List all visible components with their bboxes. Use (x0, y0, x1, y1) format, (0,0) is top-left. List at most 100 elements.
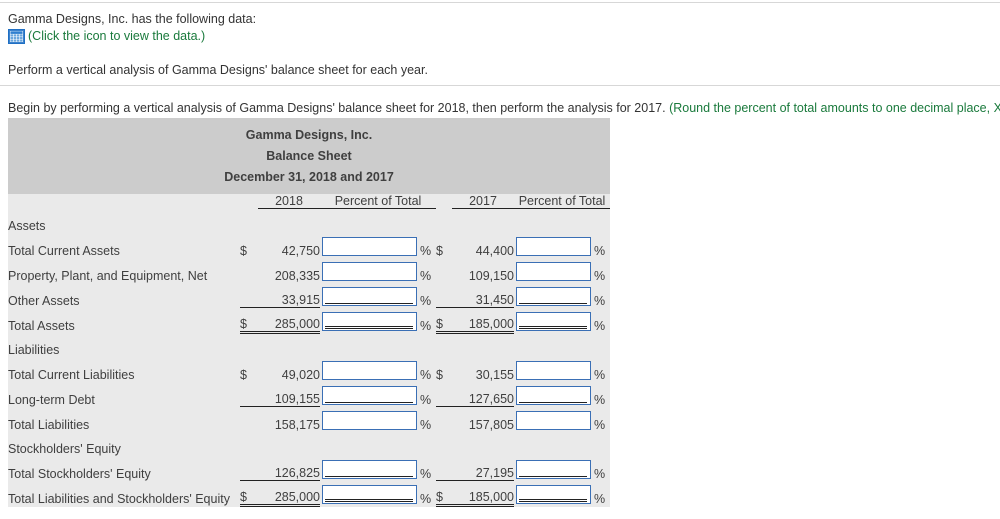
amount-2: 27,195 (452, 455, 515, 481)
percent-symbol-1: % (420, 268, 432, 283)
header-percent-2017: Percent of Total (514, 194, 611, 209)
row-label: Other Assets (8, 293, 80, 308)
currency-symbol-2 (436, 455, 453, 481)
amount-1: 42,750 (281, 243, 320, 258)
percent-of-total-input-2[interactable] (516, 410, 592, 430)
percent-input-cell-2 (514, 456, 594, 481)
percent-symbol-1: % (420, 367, 432, 382)
percent-symbol-1: % (420, 392, 432, 407)
currency-symbol-1 (240, 455, 258, 481)
currency-symbol-2 (436, 282, 453, 308)
percent-symbol-2: % (594, 466, 606, 481)
amount-1: 109,155 (258, 381, 320, 407)
section-heading: Assets (8, 218, 46, 233)
header-blank (8, 194, 240, 209)
percent-input-cell-1 (320, 407, 420, 432)
currency-symbol-2: $ (436, 480, 453, 507)
percent-of-total-input-2[interactable] (516, 360, 592, 380)
statement-title: Balance Sheet (266, 149, 352, 163)
instruction-text: Perform a vertical analysis of Gamma Des… (8, 63, 428, 77)
input-underline-1 (325, 325, 413, 329)
header-blank-dollar2 (436, 194, 452, 209)
currency-symbol-2 (436, 407, 452, 432)
currency-symbol-1 (240, 407, 258, 432)
percent-input-cell-2 (514, 283, 594, 308)
divider-top (0, 2, 1000, 3)
amount-2: 127,650 (452, 381, 515, 407)
currency-symbol-1 (240, 381, 258, 407)
view-data-link[interactable]: (Click the icon to view the data.) (28, 28, 205, 44)
percent-input-cell-1 (320, 456, 420, 481)
spreadsheet-icon[interactable] (8, 28, 25, 44)
currency-symbol-1 (240, 282, 258, 308)
percent-of-total-input-2[interactable] (516, 261, 592, 281)
row-label: Total Liabilities and Stockholders' Equi… (8, 491, 230, 506)
currency-symbol-1: $ (240, 243, 247, 258)
percent-input-cell-1 (320, 233, 420, 258)
table-row: Total Current Liabilities $49,020% $30,155… (8, 357, 610, 382)
percent-of-total-input-1[interactable] (322, 261, 417, 281)
currency-symbol-2 (436, 381, 453, 407)
percent-of-total-input-2[interactable] (516, 236, 592, 256)
section-heading-row: Assets (8, 209, 610, 233)
percent-symbol-2: % (594, 268, 606, 283)
input-underline-1 (325, 401, 413, 403)
row-label: Total Assets (8, 318, 75, 333)
statement-date: December 31, 2018 and 2017 (224, 170, 394, 184)
amount-1: 285,000 (258, 480, 320, 507)
input-underline-1 (325, 302, 413, 304)
header-year-2017: 2017 (452, 194, 515, 209)
row-label: Total Current Liabilities (8, 367, 135, 382)
header-percent-2018: Percent of Total (320, 194, 437, 209)
percent-symbol-2: % (594, 392, 606, 407)
row-label: Total Stockholders' Equity (8, 466, 151, 481)
table-row: Total Assets $285,000% $185,000% (8, 307, 610, 334)
percent-symbol-1: % (420, 243, 432, 258)
percent-symbol-2: % (594, 293, 606, 308)
percent-symbol-1: % (420, 491, 432, 506)
currency-symbol-2: $ (436, 367, 443, 382)
amount-1: 126,825 (258, 455, 320, 481)
balance-sheet-panel: Gamma Designs, Inc. Balance Sheet Decemb… (8, 118, 611, 507)
currency-symbol-1: $ (240, 307, 258, 334)
percent-input-cell-1 (320, 357, 420, 382)
currency-symbol-2: $ (436, 243, 443, 258)
percent-input-cell-2 (514, 258, 594, 283)
amount-1: 285,000 (258, 307, 320, 334)
table-row: Total Current Assets $42,750% $44,400% (8, 233, 610, 258)
row-label: Long-term Debt (8, 392, 95, 407)
section-heading: Liabilities (8, 342, 60, 357)
percent-of-total-input-1[interactable] (322, 410, 417, 430)
percent-symbol-2: % (594, 367, 606, 382)
amount-2: 44,400 (475, 243, 515, 258)
currency-symbol-2 (436, 258, 452, 283)
amount-2: 109,150 (468, 268, 515, 283)
percent-input-cell-1 (320, 382, 420, 407)
percent-symbol-1: % (420, 466, 432, 481)
amount-2: 185,000 (452, 307, 515, 334)
header-year-2018: 2018 (258, 194, 320, 209)
section-heading-row: Stockholders' Equity (8, 432, 610, 456)
table-row: Total Liabilities and Stockholders' Equi… (8, 480, 610, 507)
percent-input-cell-1 (320, 283, 420, 308)
currency-symbol-2: $ (436, 307, 453, 334)
company-name: Gamma Designs, Inc. (245, 128, 373, 142)
amount-1: 158,175 (274, 417, 320, 432)
table-row: Total Stockholders' Equity 126,825% 27,195… (8, 455, 610, 481)
percent-input-cell-1 (320, 308, 420, 333)
input-underline-2 (519, 302, 588, 304)
row-label: Total Liabilities (8, 417, 90, 432)
data-link-row[interactable]: (Click the icon to view the data.) (8, 28, 205, 44)
percent-symbol-1: % (420, 318, 432, 333)
divider-middle (0, 85, 1000, 86)
currency-symbol-1 (240, 258, 258, 283)
input-underline-2 (519, 401, 588, 403)
table-row: Long-term Debt 109,155% 127,650% (8, 381, 610, 407)
input-underline-1 (325, 498, 413, 502)
row-label: Total Current Assets (8, 243, 120, 258)
percent-of-total-input-1[interactable] (322, 236, 417, 256)
percent-symbol-2: % (594, 491, 606, 506)
percent-input-cell-2 (514, 481, 594, 506)
percent-of-total-input-1[interactable] (322, 360, 417, 380)
input-underline-2 (519, 475, 588, 477)
